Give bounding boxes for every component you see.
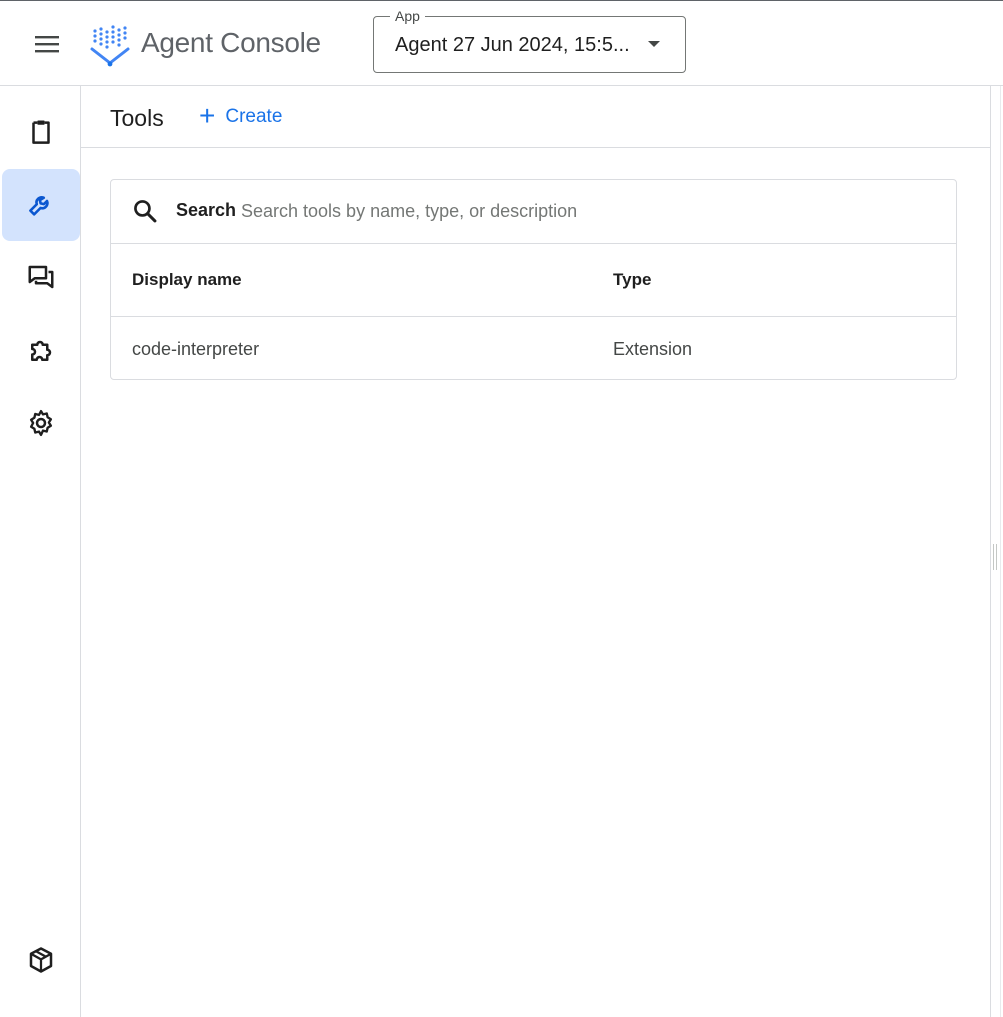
navigation-rail [0, 86, 81, 1017]
main-content: Tools + Create Search Display name Type … [81, 86, 990, 1017]
create-button[interactable]: + Create [193, 100, 288, 134]
rail-item-overview[interactable] [2, 96, 80, 168]
search-bar: Search [111, 180, 956, 244]
create-button-label: Create [225, 106, 283, 127]
search-icon [134, 200, 157, 223]
column-header-display-name[interactable]: Display name [132, 270, 242, 290]
extension-icon [31, 340, 52, 361]
table-row[interactable]: code-interpreter Extension [111, 317, 956, 379]
tools-table: Search Display name Type code-interprete… [110, 179, 957, 380]
plus-icon: + [199, 99, 216, 131]
rail-item-tools[interactable] [2, 169, 80, 241]
rail-item-settings[interactable] [2, 387, 80, 459]
column-header-type[interactable]: Type [613, 270, 651, 290]
forum-icon [28, 265, 54, 289]
hamburger-menu-icon [35, 36, 59, 53]
rail-item-conversations[interactable] [2, 241, 80, 313]
top-app-bar: Agent Console App Agent 27 Jun 2024, 15:… [0, 0, 1003, 86]
gear-icon [29, 409, 53, 437]
resize-handle[interactable] [993, 544, 997, 570]
cell-display-name[interactable]: code-interpreter [132, 339, 259, 360]
wrench-icon [29, 196, 49, 216]
clipboard-icon [32, 120, 50, 144]
page-toolbar: Tools + Create [81, 86, 990, 148]
panel-divider [990, 86, 991, 1017]
cell-type: Extension [613, 339, 693, 359]
agent-console-logo-icon [90, 25, 130, 67]
app-selector-dropdown[interactable]: App Agent 27 Jun 2024, 15:5... [373, 8, 686, 73]
app-selector-value: Agent 27 Jun 2024, 15:5... [395, 34, 630, 56]
search-input[interactable] [241, 194, 921, 228]
app-title: Agent Console [141, 27, 321, 58]
deploy-box-icon [29, 947, 53, 973]
caret-down-icon [648, 41, 660, 47]
page-title: Tools [110, 105, 164, 131]
rail-item-deploy[interactable] [2, 924, 80, 996]
app-selector-label: App [390, 8, 425, 24]
menu-button[interactable] [22, 23, 72, 65]
table-header-row: Display name Type [111, 244, 956, 317]
rail-item-extensions[interactable] [2, 315, 80, 387]
search-label: Search [176, 200, 237, 220]
